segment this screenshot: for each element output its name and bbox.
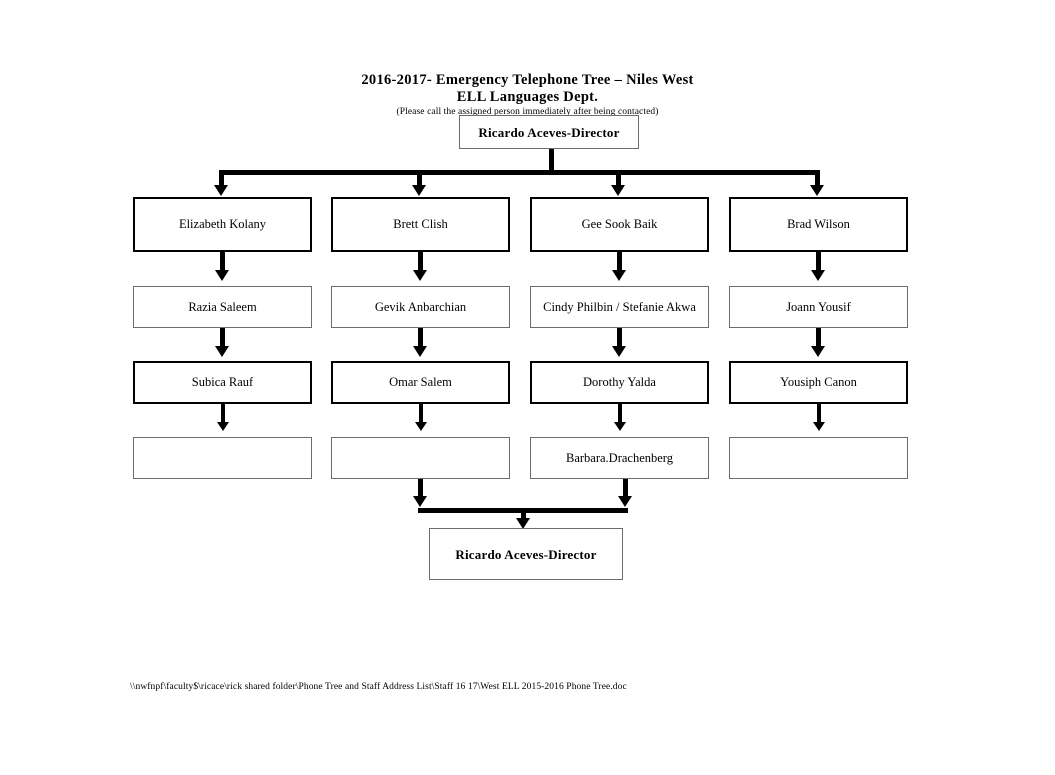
connector-r2c4-r3c4: [816, 328, 821, 348]
arrow-down-icon: [810, 185, 824, 196]
arrow-down-icon: [413, 496, 427, 507]
arrow-down-icon: [214, 185, 228, 196]
node-label: Ricardo Aceves-Director: [478, 124, 620, 140]
node-level2-col4: Joann Yousif: [729, 286, 908, 328]
node-level4-col1: [133, 437, 312, 479]
connector-r3c1-r4c1: [221, 404, 225, 424]
node-root-director: Ricardo Aceves-Director: [459, 115, 639, 149]
node-label: Gevik Anbarchian: [374, 299, 467, 314]
footer-file-path: \\nwfnpf\faculty$\ricace\rick shared fol…: [130, 682, 627, 692]
node-level4-col3: Barbara.Drachenberg: [530, 437, 709, 479]
node-level2-col1: Razia Saleem: [133, 286, 312, 328]
arrow-down-icon: [412, 185, 426, 196]
connector-r3c2-r4c2: [419, 404, 423, 424]
page-title-line-2: ELL Languages Dept.: [456, 89, 599, 105]
arrow-down-icon: [811, 346, 825, 357]
node-label: Brad Wilson: [787, 217, 850, 231]
node-label: Razia Saleem: [188, 299, 257, 314]
connector-r2c2-r3c2: [418, 328, 423, 348]
connector-r2c1-r3c1: [220, 328, 225, 348]
arrow-down-icon: [413, 270, 427, 281]
title-block: 2016-2017- Emergency Telephone Tree – Ni…: [0, 72, 1055, 119]
arrow-down-icon: [215, 270, 229, 281]
node-label: Brett Clish: [393, 217, 448, 231]
node-level4-col2: [331, 437, 510, 479]
node-label: Omar Salem: [389, 375, 452, 389]
connector-r1c4-r2c4: [816, 252, 821, 272]
arrow-down-icon: [415, 422, 427, 431]
node-level3-col3: Dorothy Yalda: [530, 361, 709, 404]
node-label: Elizabeth Kolany: [178, 217, 267, 231]
connector-r1c3-r2c3: [617, 252, 622, 272]
node-level3-col2: Omar Salem: [331, 361, 510, 404]
node-label: Yousiph Canon: [780, 375, 857, 389]
node-label: Cindy Philbin / Stefanie Akwa: [543, 299, 696, 314]
arrow-down-icon: [217, 422, 229, 431]
arrow-down-icon: [215, 346, 229, 357]
arrow-down-icon: [811, 270, 825, 281]
node-label: Dorothy Yalda: [583, 375, 656, 389]
node-level2-col2: Gevik Anbarchian: [331, 286, 510, 328]
node-bottom-director: Ricardo Aceves-Director: [429, 528, 623, 580]
connector-r1c2-r2c2: [418, 252, 423, 272]
connector-r2c3-r3c3: [617, 328, 622, 348]
arrow-down-icon: [612, 270, 626, 281]
node-label: Subica Rauf: [191, 375, 254, 389]
node-level3-col1: Subica Rauf: [133, 361, 312, 404]
node-level3-col4: Yousiph Canon: [729, 361, 908, 404]
connector-level1-bar: [219, 170, 820, 175]
node-level1-col3: Gee Sook Baik: [530, 197, 709, 252]
arrow-down-icon: [813, 422, 825, 431]
connector-r1c1-r2c1: [220, 252, 225, 272]
node-level1-col2: Brett Clish: [331, 197, 510, 252]
node-label: Ricardo Aceves-Director: [455, 546, 597, 562]
node-level1-col4: Brad Wilson: [729, 197, 908, 252]
node-label: Gee Sook Baik: [581, 217, 658, 231]
page-title-line-1: 2016-2017- Emergency Telephone Tree – Ni…: [361, 72, 694, 88]
arrow-down-icon: [618, 496, 632, 507]
node-level4-col4: [729, 437, 908, 479]
node-level2-col3: Cindy Philbin / Stefanie Akwa: [530, 286, 709, 328]
node-label: Barbara.Drachenberg: [565, 450, 673, 465]
connector-r3c3-r4c3: [618, 404, 622, 424]
node-label: Joann Yousif: [786, 299, 851, 314]
arrow-down-icon: [614, 422, 626, 431]
node-level1-col1: Elizabeth Kolany: [133, 197, 312, 252]
arrow-down-icon: [611, 185, 625, 196]
arrow-down-icon: [413, 346, 427, 357]
phone-tree-page: 2016-2017- Emergency Telephone Tree – Ni…: [0, 0, 1055, 775]
arrow-down-icon: [612, 346, 626, 357]
connector-r3c4-r4c4: [817, 404, 821, 424]
